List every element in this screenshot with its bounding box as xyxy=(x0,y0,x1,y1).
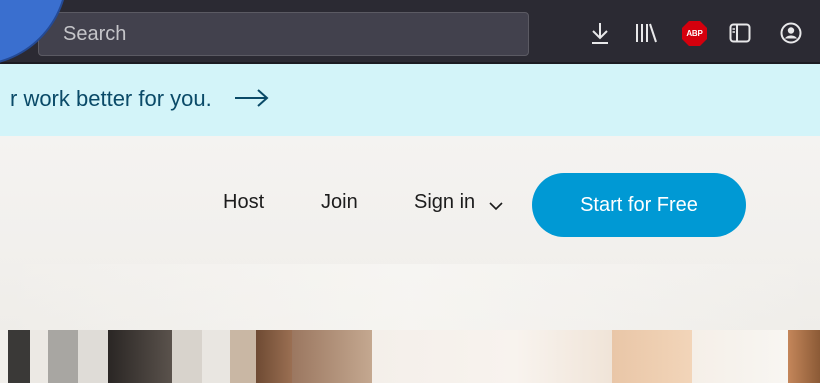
download-icon[interactable] xyxy=(590,20,610,46)
hero-photo-segment xyxy=(172,330,202,383)
search-placeholder: Search xyxy=(63,23,127,45)
start-for-free-label: Start for Free xyxy=(580,193,698,216)
chevron-down-icon[interactable] xyxy=(488,198,504,216)
reader-view-icon[interactable] xyxy=(729,20,751,46)
library-icon[interactable] xyxy=(634,20,658,46)
nav-sign-in-link[interactable]: Sign in xyxy=(414,191,475,214)
hero-photo-segment xyxy=(692,330,788,383)
nav-join-link[interactable]: Join xyxy=(321,191,358,214)
adblock-plus-icon[interactable]: ABP xyxy=(681,20,708,47)
hero-photo-segment xyxy=(30,330,48,383)
browser-toolbar: Search ABP xyxy=(0,0,820,64)
hero-photo-segment xyxy=(202,330,230,383)
notification-banner: r work better for you. xyxy=(0,64,820,136)
hero-photo-segment xyxy=(8,330,30,383)
hero-photo-segment xyxy=(108,330,172,383)
hero-photo-segment xyxy=(78,330,108,383)
hero-photo-segment xyxy=(48,330,78,383)
hero-photo-segment xyxy=(612,330,692,383)
arrow-right-icon[interactable] xyxy=(234,86,270,115)
hero-image xyxy=(0,330,820,383)
screenshot-root: Search ABP r work better for you. Host J… xyxy=(0,0,820,383)
banner-text: r work better for you. xyxy=(10,86,212,111)
start-for-free-button[interactable]: Start for Free xyxy=(532,173,746,237)
hero-photo-segment xyxy=(256,330,292,383)
hero-photo-segment xyxy=(292,330,372,383)
account-icon[interactable] xyxy=(780,20,802,46)
abp-label: ABP xyxy=(686,29,703,38)
hero-photo-segment xyxy=(788,330,820,383)
site-header: Host Join Sign in Start for Free xyxy=(0,136,820,330)
search-input[interactable]: Search xyxy=(38,12,529,56)
header-background-texture xyxy=(0,264,820,330)
nav-host-link[interactable]: Host xyxy=(223,191,264,214)
hero-photo-segment xyxy=(230,330,256,383)
hero-photo-segment xyxy=(372,330,612,383)
